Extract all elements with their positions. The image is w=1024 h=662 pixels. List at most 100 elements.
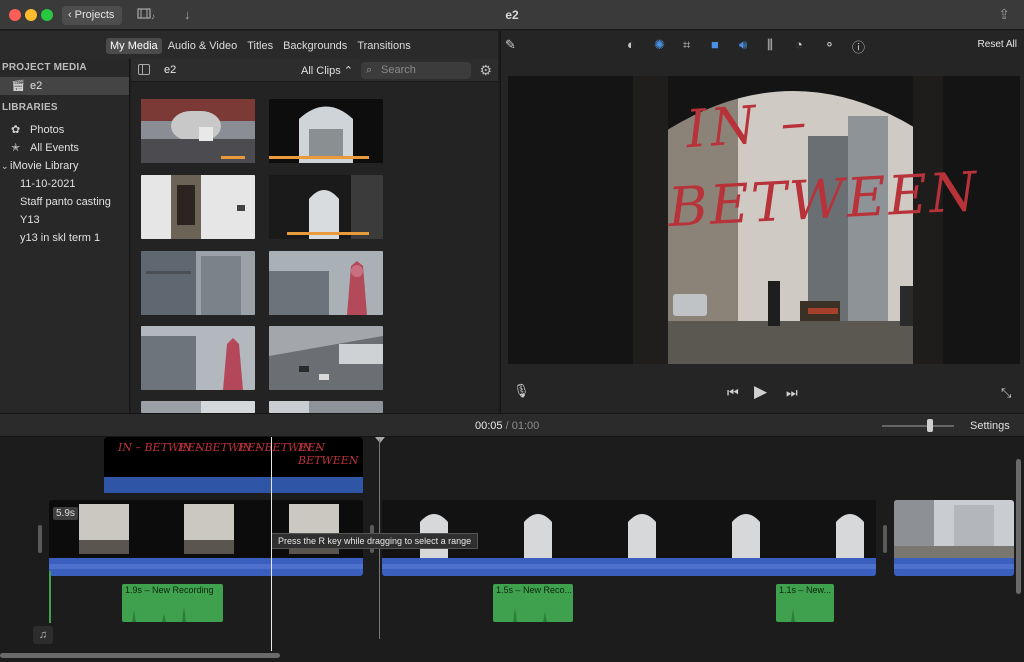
microphone-icon[interactable]: 🎙︎ [513, 383, 530, 399]
skimmer-marker [375, 437, 385, 443]
sidebar-item-imovie-library[interactable]: ⌄ iMovie Library [0, 157, 129, 175]
clip-audio-waveform[interactable] [894, 558, 1014, 576]
project-media-header: PROJECT MEDIA [2, 62, 87, 73]
used-range-bar [287, 232, 369, 235]
zoom-slider-track[interactable] [882, 425, 954, 427]
disclosure-down-icon[interactable]: ⌄ [1, 157, 9, 175]
timecode: 00:05 / 01:00 [475, 420, 539, 432]
gear-icon[interactable]: ⚙ [479, 62, 492, 79]
share-icon[interactable]: ⇪ [998, 6, 1010, 23]
used-range-bar [221, 156, 245, 159]
media-clip-thumbnail[interactable] [269, 175, 383, 239]
media-clip-thumbnail[interactable] [269, 326, 383, 390]
search-icon: ⌕ [366, 64, 373, 76]
zoom-slider-knob[interactable] [927, 419, 933, 432]
adjustment-toolbar: ✎ ◐ ✺ ⌗ ■ 🔊︎ ⫼ ◔ ⚬ ⓘ Reset All [501, 31, 1024, 59]
clapper-icon: 🎬︎ [11, 80, 25, 92]
sidebar-item-event[interactable]: Staff panto casting [0, 193, 129, 211]
equalizer-icon[interactable]: ⫼ [767, 37, 773, 53]
flower-icon: ✿ [11, 124, 21, 136]
clip-duration-badge: 5.9s [53, 507, 78, 520]
voiceover-label: 1.9s – New Recording [125, 585, 214, 595]
media-clip-thumbnail[interactable] [141, 326, 255, 390]
clips-filter-select[interactable]: All Clips ⌃ [301, 64, 353, 77]
sidebar-item-all-events[interactable]: ✭ All Events [0, 139, 129, 157]
timeline-settings-button[interactable]: Settings [970, 420, 1010, 432]
tab-transitions[interactable]: Transitions [353, 38, 414, 54]
search-field[interactable]: ⌕ Search [361, 62, 471, 79]
title-clip[interactable]: IN – BETWEEN IN – BETWEEN IN – BETWEEN I… [104, 437, 363, 493]
updown-chevron-icon: ⌃ [343, 65, 354, 77]
tab-titles[interactable]: Titles [243, 38, 277, 54]
range-tooltip: Press the R key while dragging to select… [271, 533, 479, 549]
sidebar-item-label: e2 [30, 80, 43, 92]
star-icon: ✭ [11, 142, 21, 154]
libraries-sidebar: PROJECT MEDIA 🎬︎ e2 LIBRARIES ✿ Photos ✭… [0, 59, 130, 413]
stabilization-icon[interactable]: ■ [711, 37, 719, 52]
tab-my-media[interactable]: My Media [106, 38, 162, 54]
total-time: 01:00 [511, 420, 540, 432]
sidebar-item-event[interactable]: 11-10-2021 [0, 175, 129, 193]
media-clip-thumbnail[interactable] [269, 401, 383, 413]
skip-forward-icon[interactable]: ⏭︎ [786, 385, 798, 401]
sidebar-item-event[interactable]: y13 in skl term 1 [0, 229, 129, 247]
media-clip-thumbnail[interactable] [141, 99, 255, 163]
clip-audio-waveform[interactable] [382, 558, 876, 576]
libraries-header: LIBRARIES [2, 102, 58, 113]
sidebar-item-event[interactable]: Y13 [0, 211, 129, 229]
reset-all-button[interactable]: Reset All [978, 39, 1017, 50]
time-separator: / [505, 420, 509, 432]
speed-icon[interactable]: ◔ [795, 37, 803, 52]
sidebar-item-project[interactable]: 🎬︎ e2 [0, 77, 129, 95]
event-name: e2 [164, 64, 177, 76]
tab-backgrounds[interactable]: Backgrounds [279, 38, 351, 54]
window-title: e2 [505, 8, 519, 22]
sidebar-item-label: All Events [30, 142, 79, 154]
sidebar-item-label: iMovie Library [10, 160, 79, 172]
voiceover-label: 1.1s – New... [779, 585, 832, 595]
timeline[interactable]: IN – BETWEEN IN – BETWEEN IN – BETWEEN I… [0, 437, 1024, 662]
color-correction-icon[interactable]: ✺ [654, 37, 665, 53]
skip-back-icon[interactable]: ⏮︎ [727, 385, 739, 401]
video-preview[interactable]: IN – BETWEEN [508, 76, 1020, 364]
media-browser-toolbar: e2 All Clips ⌃ ⌕ Search ⚙ [131, 59, 498, 82]
current-time: 00:05 [475, 420, 503, 432]
vertical-scrollbar[interactable] [1016, 459, 1021, 594]
media-browser: e2 All Clips ⌃ ⌕ Search ⚙ [131, 59, 498, 413]
tab-audio-video[interactable]: Audio & Video [164, 38, 242, 54]
title-clip-bar [104, 477, 363, 493]
voiceover-clip[interactable]: 1.9s – New Recording [122, 584, 223, 622]
horizontal-scrollbar[interactable] [0, 653, 280, 658]
fullscreen-icon[interactable]: ⤡ [1001, 385, 1011, 401]
volume-icon[interactable]: 🔊︎ [739, 37, 747, 53]
sidebar-toggle-icon[interactable] [138, 64, 150, 75]
sidebar-item-label: Photos [30, 124, 65, 136]
clip-trim-handle[interactable] [883, 525, 887, 553]
media-clip-thumbnail[interactable] [141, 175, 255, 239]
clip-filter-icon[interactable]: ⚬ [824, 37, 835, 53]
video-clip[interactable] [894, 500, 1014, 576]
play-icon[interactable]: ▶ [754, 382, 767, 402]
browser-tab-bar: My Media Audio & Video Titles Background… [0, 31, 498, 59]
voiceover-clip[interactable]: 1.5s – New Reco... [493, 584, 573, 622]
info-icon[interactable]: ⓘ [852, 37, 865, 56]
clip-audio-waveform[interactable] [49, 558, 363, 576]
title-thumb-text: IN – BETWEEN [298, 441, 359, 467]
clip-trim-handle[interactable] [38, 525, 42, 553]
magic-wand-icon[interactable]: ✎ [505, 37, 516, 53]
title-overlay-line1: IN – [684, 91, 813, 161]
media-clip-thumbnail[interactable] [141, 251, 255, 315]
sidebar-item-photos[interactable]: ✿ Photos [0, 121, 129, 139]
crop-icon[interactable]: ⌗ [683, 37, 690, 53]
search-placeholder: Search [381, 64, 416, 76]
playhead[interactable] [271, 437, 272, 651]
used-range-bar [269, 156, 369, 159]
clips-filter-value: All Clips [301, 65, 341, 77]
music-note-icon[interactable]: ♫ [33, 626, 53, 644]
media-clip-thumbnail[interactable] [269, 251, 383, 315]
color-balance-icon[interactable]: ◐ [627, 37, 635, 52]
media-clip-thumbnail[interactable] [141, 401, 255, 413]
voiceover-clip[interactable]: 1.1s – New... [776, 584, 834, 622]
title-bar: ‹ Projects ♪ ↓ e2 ⇪ [0, 0, 1024, 30]
media-clip-thumbnail[interactable] [269, 99, 383, 163]
